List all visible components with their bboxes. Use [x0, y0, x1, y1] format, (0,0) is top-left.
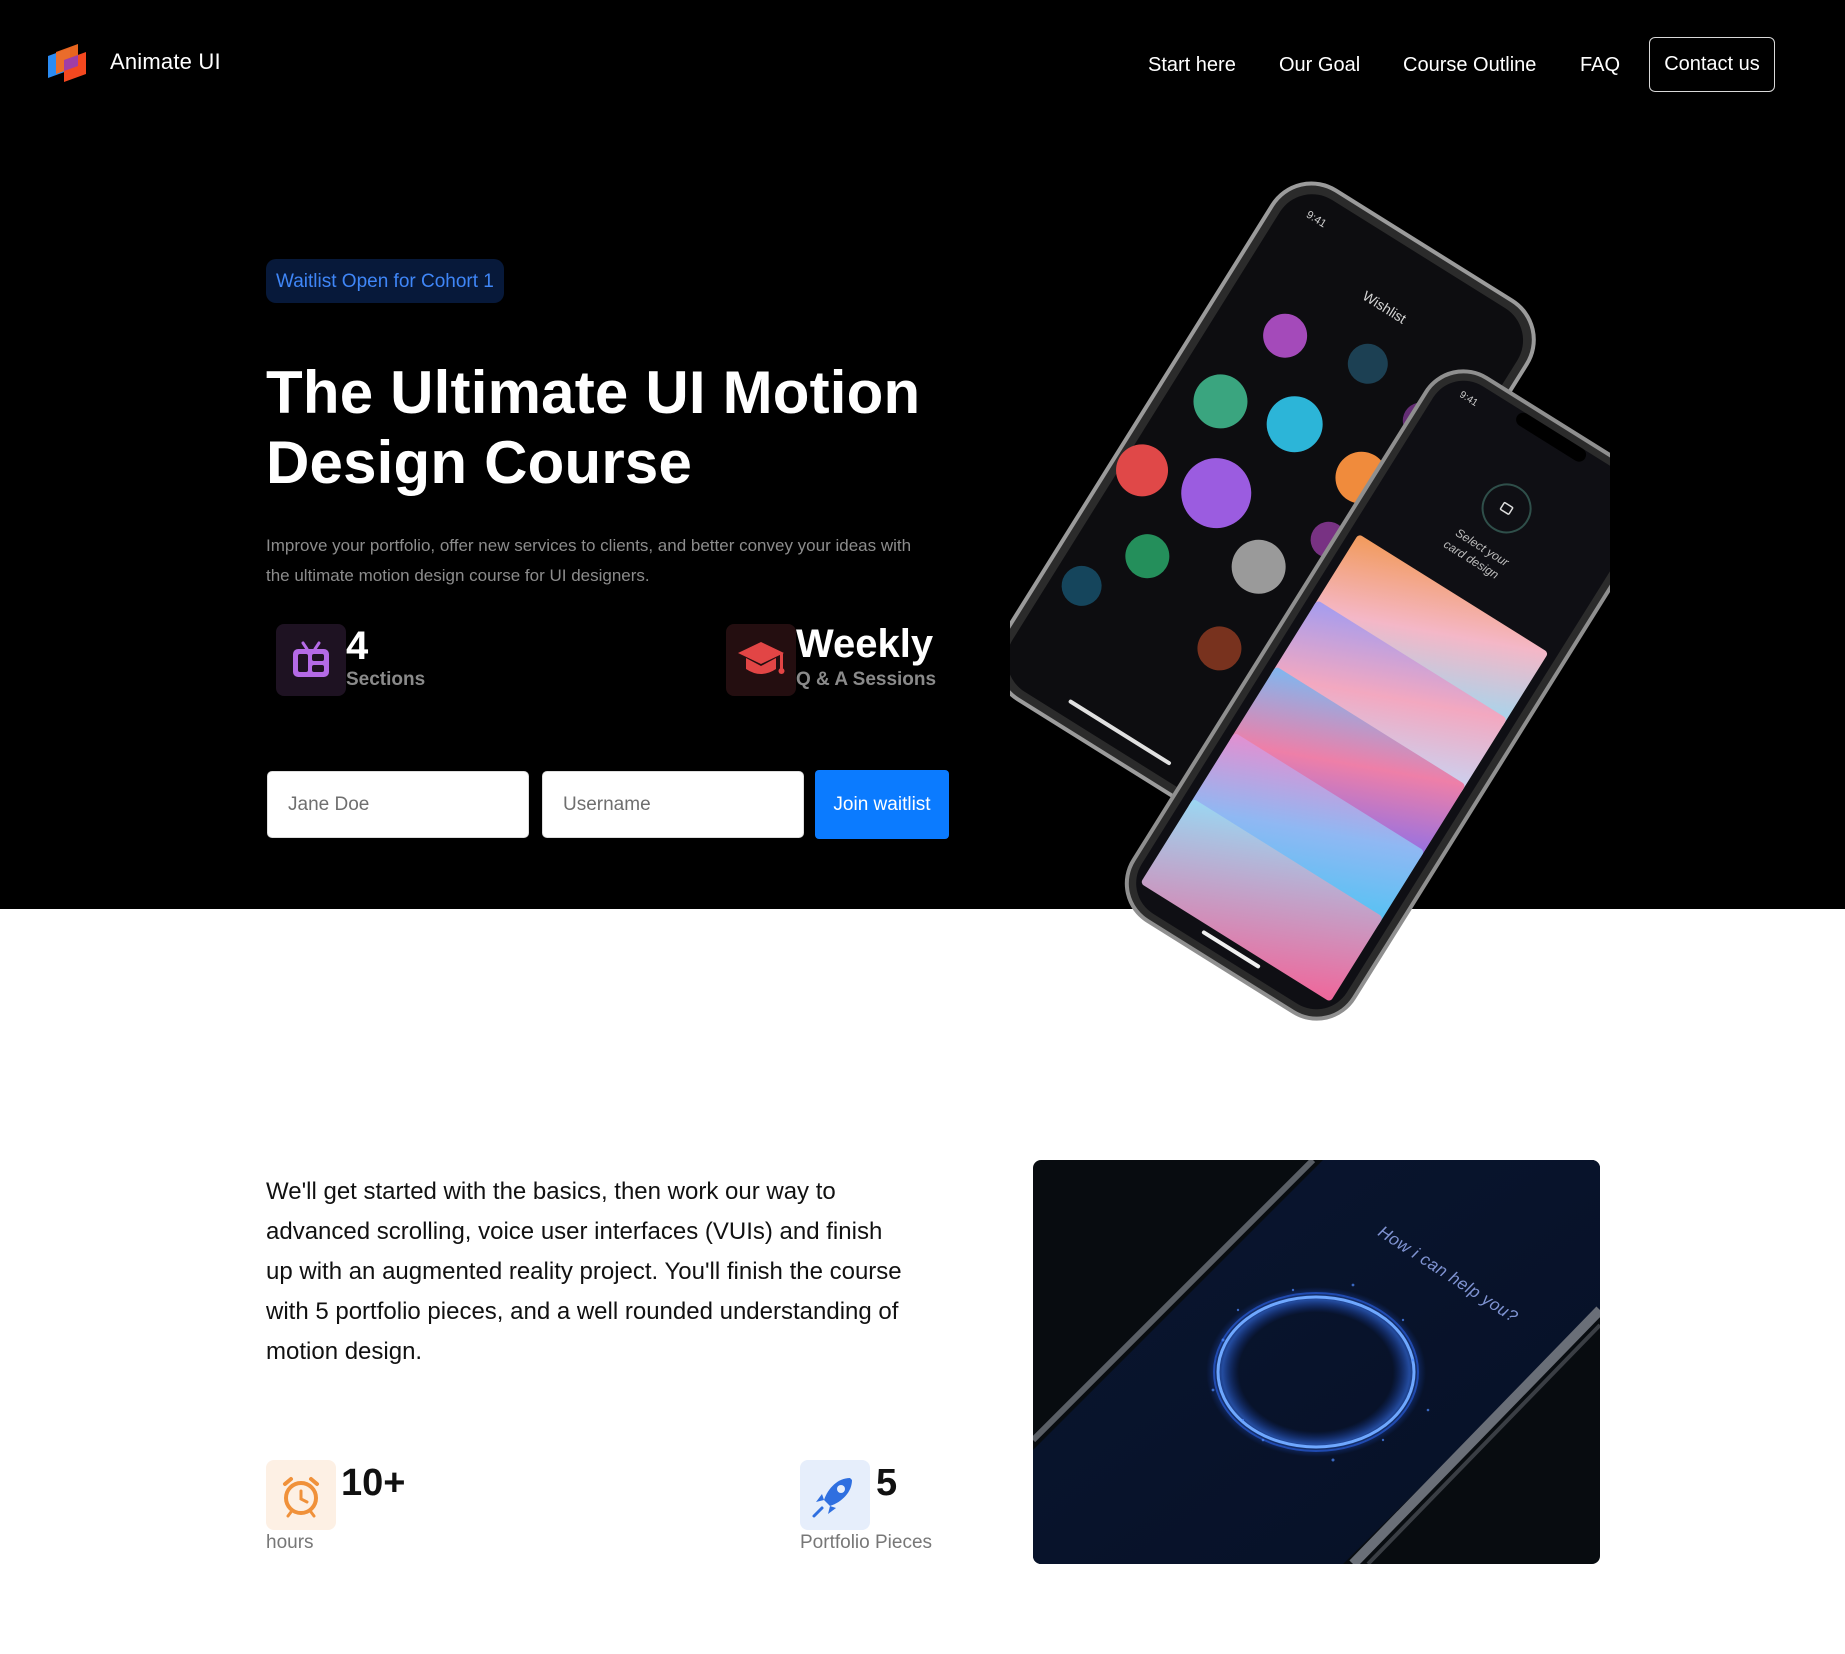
nav-start-here[interactable]: Start here — [1148, 54, 1236, 77]
portfolio-label: Portfolio Pieces — [800, 1532, 933, 1553]
subtitle-line-2: the ultimate motion design course for UI… — [266, 566, 650, 585]
page-title: The Ultimate UI Motion Design Course — [266, 358, 966, 498]
brand-name[interactable]: Animate UI — [110, 49, 221, 75]
portfolio-count: 5 — [876, 1462, 898, 1504]
nav-faq[interactable]: FAQ — [1580, 54, 1620, 77]
waitlist-badge: Waitlist Open for Cohort 1 — [266, 259, 504, 303]
description-line-2: advanced scrolling, voice user interface… — [266, 1218, 883, 1245]
title-line-2: Design Course — [266, 429, 693, 496]
weekly-value: Weekly — [796, 622, 934, 666]
nav-our-goal[interactable]: Our Goal — [1279, 54, 1360, 77]
hero-subtitle: Improve your portfolio, offer new servic… — [266, 531, 956, 591]
join-waitlist-button[interactable]: Join waitlist — [815, 770, 949, 839]
description-line-5: motion design. — [266, 1338, 423, 1365]
rocket-icon — [800, 1460, 870, 1530]
description-line-4: with 5 portfolio pieces, and a well roun… — [266, 1298, 899, 1325]
sections-count: 4 — [346, 624, 369, 668]
hours-value: 10+ — [341, 1462, 406, 1504]
qa-sessions-label: Q & A Sessions — [796, 669, 937, 690]
voice-ui-image — [1033, 1160, 1600, 1564]
description-line-1: We'll get started with the basics, then … — [266, 1178, 836, 1205]
subtitle-line-1: Improve your portfolio, offer new servic… — [266, 536, 912, 555]
phone-mockup-image: 9:41 Wishlist 9:41 Select your card desi… — [1010, 181, 1610, 1021]
hours-label: hours — [266, 1532, 314, 1553]
tv-icon — [276, 624, 346, 696]
layers-logo-icon[interactable] — [44, 40, 90, 88]
graduation-cap-icon — [726, 624, 796, 696]
course-description: We'll get started with the basics, then … — [266, 1172, 956, 1372]
alarm-clock-icon — [266, 1460, 336, 1530]
username-input[interactable] — [542, 771, 804, 838]
nav-course-outline[interactable]: Course Outline — [1403, 54, 1536, 77]
contact-us-button[interactable]: Contact us — [1649, 37, 1775, 92]
title-line-1: The Ultimate UI Motion — [266, 359, 921, 426]
name-input[interactable] — [267, 771, 529, 838]
sections-label: Sections — [346, 669, 426, 690]
description-line-3: up with an augmented reality project. Yo… — [266, 1258, 902, 1285]
